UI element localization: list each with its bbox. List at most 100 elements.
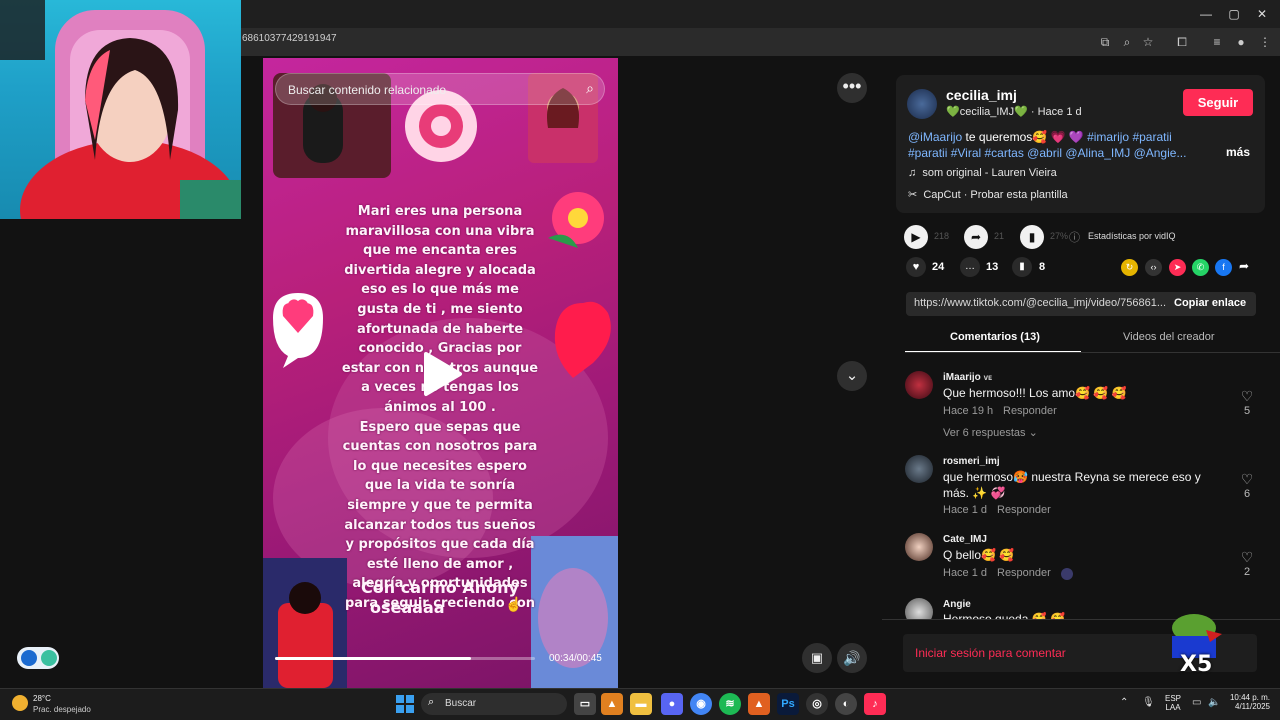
pip-icon[interactable]: ▣ — [802, 643, 832, 673]
plays-icon[interactable]: ▶ — [904, 225, 928, 249]
install-app-icon[interactable]: ⧉ — [1096, 33, 1114, 51]
search-icon[interactable]: ⌕ — [586, 80, 594, 97]
bookmark-icon[interactable]: ▮ — [1012, 257, 1032, 277]
task-view-icon[interactable]: ▭ — [574, 693, 596, 715]
spotify-icon[interactable]: ≋ — [719, 693, 741, 715]
comment-like-icon[interactable]: ♡ — [1237, 549, 1257, 566]
bookmark-star-icon[interactable]: ☆ — [1139, 33, 1157, 51]
more-options-icon[interactable]: ••• — [837, 73, 867, 103]
commenter-avatar[interactable] — [905, 533, 933, 561]
comment-item: rosmeri_imj que hermoso🥵 nuestra Reyna s… — [904, 454, 1264, 524]
caption-tags-line2[interactable]: #paratii #Viral #cartas @abril @Alina_IM… — [908, 146, 1186, 160]
comment-like-icon[interactable]: ♡ — [1237, 388, 1257, 405]
caption-mention[interactable]: @iMaarijo — [908, 130, 962, 144]
reply-button[interactable]: Responder — [997, 567, 1051, 579]
profile-icon[interactable]: ● — [1232, 33, 1250, 51]
commenter-avatar[interactable] — [905, 455, 933, 483]
clock[interactable]: 10:44 p. m. 4/11/2025 — [1228, 693, 1270, 711]
reply-button[interactable]: Responder — [1003, 405, 1057, 417]
share-arrow-icon[interactable]: ➦ — [964, 225, 988, 249]
close-icon[interactable]: ✕ — [1252, 5, 1272, 23]
repost-icon[interactable]: ↻ — [1121, 259, 1138, 276]
sound-row[interactable]: ♫ som original - Lauren Vieira — [908, 167, 1057, 179]
floating-widget[interactable] — [17, 647, 59, 669]
reading-list-icon[interactable]: ≡ — [1208, 33, 1226, 51]
reply-button[interactable]: Responder — [997, 504, 1051, 516]
minimize-icon[interactable]: — — [1196, 5, 1216, 23]
discord-icon[interactable]: ● — [661, 693, 683, 715]
comment-text-line1: que hermoso🥵 nuestra Reyna se merece eso… — [943, 470, 1201, 484]
video-link-url[interactable]: https://www.tiktok.com/@cecilia_imj/vide… — [914, 297, 1166, 309]
video-text-line: siempre y que te permita — [347, 497, 533, 513]
streamer-illustration — [0, 0, 241, 219]
menu-kebab-icon[interactable]: ⋮ — [1256, 33, 1274, 51]
bar-chart-icon[interactable]: ▮ — [1020, 225, 1044, 249]
microphone-icon[interactable]: 🎙 — [1142, 697, 1155, 708]
file-explorer-icon[interactable]: ▬ — [630, 693, 652, 715]
extensions-icon[interactable]: ⧠ — [1173, 33, 1191, 51]
app-icon[interactable]: ▲ — [748, 693, 770, 715]
send-icon[interactable]: ➤ — [1169, 259, 1186, 276]
language-indicator[interactable]: ESP LAA — [1165, 694, 1181, 712]
comment-bubble-icon[interactable]: … — [960, 257, 980, 277]
commenter-username[interactable]: Cate_IMJ — [943, 534, 987, 545]
commenter-avatar[interactable] — [905, 371, 933, 399]
copy-link-button[interactable]: Copiar enlace — [1174, 297, 1246, 309]
login-to-comment-link[interactable]: Iniciar sesión para comentar — [915, 646, 1066, 660]
view-replies-button[interactable]: Ver 6 respuestas ⌄ — [943, 426, 1038, 439]
tray-chevron-icon[interactable]: ⌃ — [1120, 697, 1128, 708]
capcut-text: CapCut · Probar esta plantilla — [923, 189, 1068, 201]
video-text-line: Espero que sepas que — [359, 419, 521, 435]
info-icon[interactable]: ⓘ — [1069, 229, 1080, 245]
network-icon[interactable]: ▭ — [1192, 697, 1201, 708]
commenter-avatar[interactable] — [905, 598, 933, 619]
tab-creator-videos[interactable]: Videos del creador — [1123, 331, 1215, 343]
comment-like-count: 6 — [1243, 488, 1251, 500]
author-username[interactable]: cecilia_imj — [946, 87, 1017, 103]
more-share-icon[interactable]: ➦ — [1239, 259, 1249, 273]
speaker-icon[interactable]: 🔈 — [1208, 697, 1220, 708]
facebook-icon[interactable]: f — [1215, 259, 1232, 276]
related-search-input[interactable]: Buscar contenido relacionado ⌕ — [275, 73, 605, 105]
maximize-icon[interactable]: ▢ — [1224, 5, 1244, 23]
windows-start-icon[interactable] — [396, 695, 414, 713]
author-nickname: 💚cecilia_IMJ💚 — [946, 106, 1028, 118]
url-text[interactable]: 68610377429191947 — [242, 33, 337, 44]
whatsapp-icon[interactable]: ✆ — [1192, 259, 1209, 276]
widget-power-icon — [41, 650, 57, 666]
video-progress-bar[interactable] — [275, 657, 535, 660]
video-text-line: cuentas con nosotros para — [342, 439, 538, 455]
caption-tags[interactable]: #imarijo #paratii — [1087, 130, 1172, 144]
tiktok-icon[interactable]: ♪ — [864, 693, 886, 715]
commenter-name[interactable]: iMaarijo ᴠᴇ — [943, 372, 992, 383]
caption-more-link[interactable]: más — [1226, 145, 1250, 159]
zoom-icon[interactable]: ⌕ — [1118, 33, 1136, 51]
video-text-line: eso es lo que más me — [361, 282, 519, 298]
comment-time: Hace 1 d — [943, 567, 988, 579]
chevron-down-icon[interactable]: ⌄ — [837, 361, 867, 391]
commenter-username[interactable]: iMaarijo — [943, 372, 981, 383]
like-heart-icon[interactable]: ♥ — [906, 257, 926, 277]
capcut-row[interactable]: ✂ CapCut · Probar esta plantilla — [908, 188, 1068, 201]
follow-button[interactable]: Seguir — [1183, 89, 1253, 116]
volume-icon[interactable]: 🔊 — [837, 643, 867, 673]
play-icon[interactable] — [420, 350, 464, 398]
tab-comments[interactable]: Comentarios (13) — [950, 331, 1040, 343]
commenter-username[interactable]: rosmeri_imj — [943, 456, 1000, 467]
video-text-line: lo que necesites espero — [353, 458, 527, 474]
comment-like-icon[interactable]: ♡ — [1237, 471, 1257, 488]
app-icon[interactable]: ◐ — [835, 693, 857, 715]
author-avatar[interactable] — [907, 89, 937, 119]
chrome-icon[interactable]: ◉ — [690, 693, 712, 715]
search-icon: ⌕ — [428, 696, 435, 708]
embed-code-icon[interactable]: ‹› — [1145, 259, 1162, 276]
vlc-icon[interactable]: ▲ — [601, 693, 623, 715]
clock-date: 4/11/2025 — [1235, 702, 1270, 711]
weather-icon[interactable] — [12, 695, 28, 711]
comment-like-count: 2 — [1243, 566, 1251, 578]
obs-icon[interactable]: ◎ — [806, 693, 828, 715]
commenter-username[interactable]: Angie — [943, 599, 971, 610]
taskbar-search[interactable]: ⌕ Buscar — [421, 693, 567, 715]
video-text-line: que me encanta eres — [363, 243, 517, 259]
photoshop-icon[interactable]: Ps — [777, 693, 799, 715]
